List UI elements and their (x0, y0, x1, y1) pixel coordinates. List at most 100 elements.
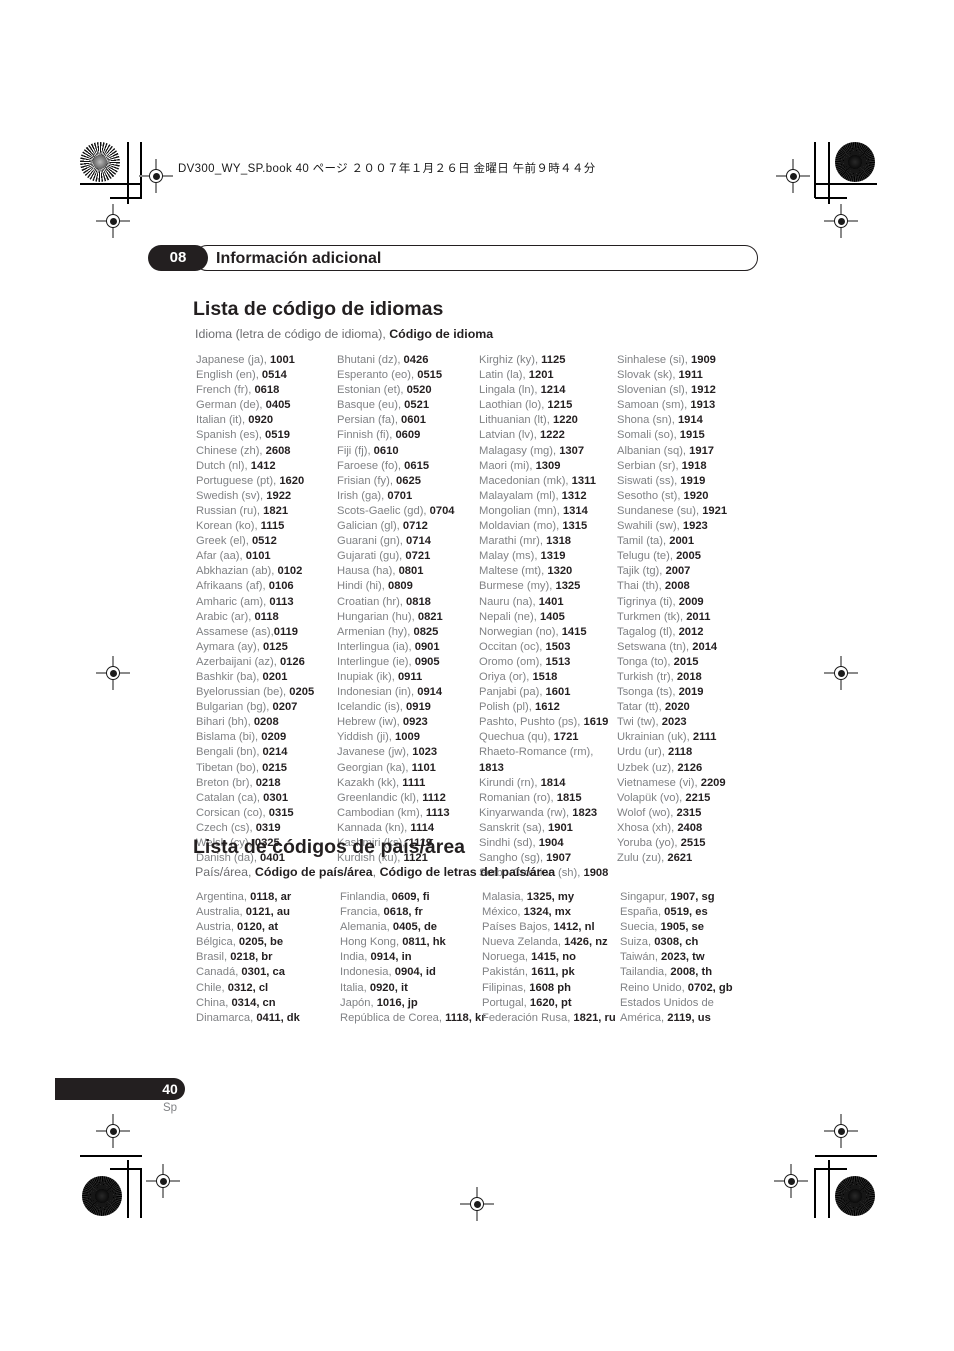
code-list-row: German (de), 0405 (196, 398, 337, 413)
code-row-name: Federación Rusa, (482, 1011, 574, 1024)
code-row-value: 2608 (265, 444, 291, 457)
code-list-row: Federación Rusa, 1821, ru (482, 1011, 620, 1026)
code-list-row: Tsonga (ts), 2019 (617, 685, 757, 700)
code-row-name: Assamese (as), (196, 625, 274, 638)
code-list-row: Australia, 0121, au (196, 905, 340, 920)
code-row-value: 1307 (559, 444, 585, 457)
code-row-value: 0818 (406, 595, 431, 608)
code-list-row: Malayalam (ml), 1312 (479, 489, 617, 504)
code-row-value: 1917 (689, 444, 715, 457)
code-list-row: Hausa (ha), 0801 (337, 564, 479, 579)
code-row-value: 0721 (405, 550, 431, 563)
code-row-name: Chile, (196, 981, 228, 994)
code-row-value: 0801 (398, 565, 424, 578)
code-row-value: 0519 (265, 429, 290, 442)
code-row-name: Swedish (sv), (196, 489, 267, 502)
code-row-value: 1401 (538, 595, 564, 608)
chapter-number-badge: 08 (148, 245, 208, 271)
code-row-name: Moldavian (mo), (479, 520, 563, 533)
code-list-row: Kazakh (kk), 1111 (337, 776, 479, 791)
country-column-2: Finlandia, 0609, fi Francia, 0618, fr Alem… (340, 890, 486, 1026)
code-list-row: Hong Kong, 0811, hk (340, 935, 482, 950)
code-row-name: Kannada (kn), (337, 821, 411, 834)
code-row-name: Kinyarwanda (rw), (479, 806, 573, 819)
code-list-row: Sindhi (sd), 1904 (479, 836, 617, 851)
code-list-row: Portuguese (pt), 1620 (196, 474, 337, 489)
code-row-name: Sanskrit (sa), (479, 821, 549, 834)
code-row-name: Amharic (am), (196, 595, 270, 608)
code-list-row: Yoruba (yo), 2515 (617, 836, 757, 851)
code-row-name: Nepali (ne), (479, 610, 540, 623)
code-list-row: Maori (mi), 1309 (479, 459, 617, 474)
code-list-row: Tajik (tg), 2007 (617, 564, 757, 579)
code-row-value: 1815 (556, 791, 582, 804)
code-row-name: Sindhi (sd), (479, 837, 539, 849)
code-row-name: Reino Unido, (620, 981, 688, 994)
code-list-row: Argentina, 0118, ar (196, 890, 340, 905)
code-row-name: Slovenian (sl), (617, 384, 691, 397)
code-row-name: Tibetan (bo), (196, 761, 263, 774)
code-row-name: Yiddish (ji), (337, 731, 396, 744)
code-row-value: 1009 (395, 731, 420, 744)
code-row-value: 1813 (479, 761, 504, 774)
code-list-row: Japanese (ja), 1001 (196, 353, 337, 368)
code-row-value: 2023 (661, 716, 687, 729)
code-row-value: 0515 (417, 369, 443, 382)
code-row-value: 1220 (553, 414, 578, 427)
code-list-row: Canadá, 0301, ca (196, 965, 340, 980)
code-list-row: French (fr), 0618 (196, 383, 337, 398)
crop-mark-bottom-right-v (828, 1160, 830, 1218)
code-row-value: 1814 (540, 776, 566, 789)
code-row-name: Estados Unidos de (620, 996, 714, 1009)
code-row-name: Tonga (to), (617, 655, 674, 668)
code-row-value: 0519, es (664, 906, 708, 919)
code-list-row: Aymara (ay), 0125 (196, 640, 337, 655)
crop-mark-top-left-h (80, 183, 142, 185)
code-row-name: English (en), (196, 369, 262, 382)
country-column-1: Argentina, 0118, ar Australia, 0121, au Au… (196, 890, 340, 1026)
code-list-row: Finlandia, 0609, fi (340, 890, 482, 905)
code-row-value: 1601 (545, 686, 571, 699)
code-list-row: Reino Unido, 0702, gb (620, 981, 760, 996)
code-row-name: Thai (th), (617, 580, 665, 593)
code-row-value: 0207 (272, 701, 298, 714)
code-row-value: 1309 (535, 459, 561, 472)
code-list-row: Korean (ko), 1115 (196, 519, 337, 534)
crop-mark-top-right-h (815, 183, 877, 185)
code-row-value: 0821 (417, 610, 443, 623)
code-row-value: 2215 (685, 791, 711, 804)
code-row-value: 1111 (402, 776, 426, 789)
crop-mark-top-left-h2 (110, 197, 142, 199)
page-language-code: Sp (162, 1102, 178, 1114)
code-row-value: 1612 (534, 701, 560, 714)
code-row-name: Macedonian (mk), (479, 474, 572, 487)
page-number: 40 (162, 1081, 178, 1097)
code-row-name: México, (482, 906, 524, 919)
code-list-row: Oromo (om), 1513 (479, 655, 617, 670)
code-row-value: 0901 (414, 640, 440, 653)
code-list-row: Latin (la), 1201 (479, 368, 617, 383)
code-row-value: 2118 (667, 746, 693, 759)
code-row-value: 1325 (555, 580, 581, 593)
code-list-row: Dinamarca, 0411, dk (196, 1011, 340, 1026)
registration-mark-bottom-right-inner (774, 1164, 808, 1198)
code-row-name: Hausa (ha), (337, 565, 399, 578)
code-row-name: Malasia, (482, 891, 527, 903)
code-list-row: Galician (gl), 0712 (337, 519, 479, 534)
code-row-name: Latvian (lv), (479, 429, 540, 442)
country-subhead-bold-1: Código de país/área (254, 865, 373, 879)
code-list-row: Filipinas, 1608 ph (482, 981, 620, 996)
code-row-name: Faroese (fo), (337, 459, 405, 472)
code-row-name: Malagasy (mg), (479, 444, 560, 457)
code-row-value: 0920 (248, 414, 274, 427)
code-row-value: 1513 (545, 655, 571, 668)
code-row-value: 2014 (692, 640, 718, 653)
code-row-name: Zulu (zu), (617, 852, 668, 865)
code-row-value: 0914, in (370, 951, 412, 964)
code-row-value: 1904 (538, 837, 564, 849)
code-row-name: Russian (ru), (196, 504, 264, 517)
code-row-value: 1215 (547, 399, 573, 412)
code-row-name: Cambodian (km), (337, 806, 426, 819)
code-row-name: Bélgica, (196, 936, 239, 949)
code-row-name: Tatar (tt), (617, 701, 665, 714)
